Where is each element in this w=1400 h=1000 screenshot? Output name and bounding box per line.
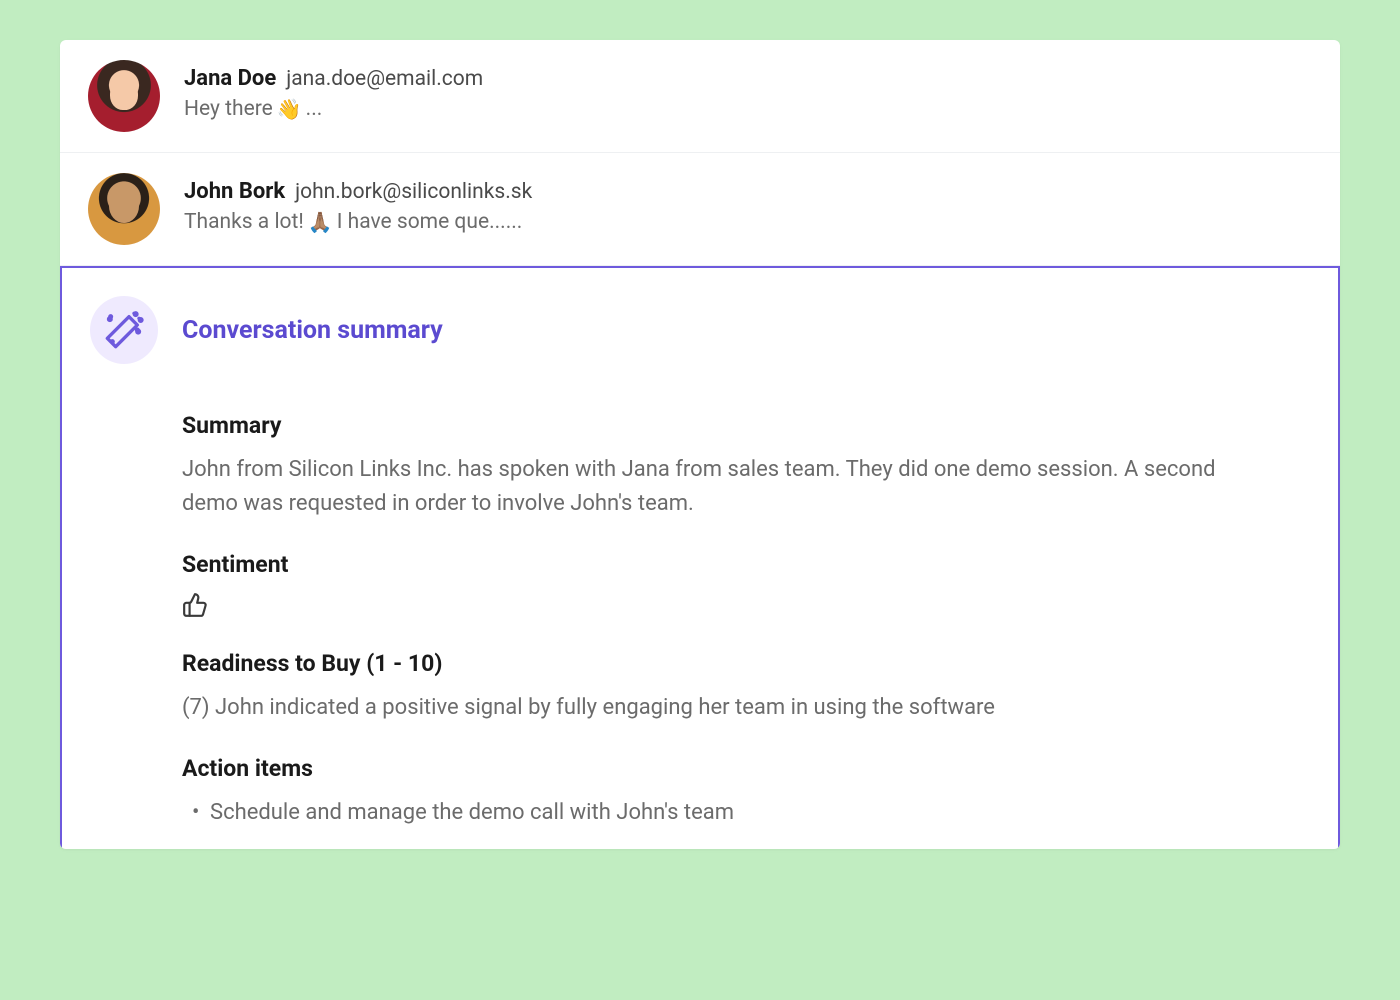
- pray-emoji-icon: 🙏🏽: [308, 210, 333, 234]
- message-content: Jana Doe jana.doe@email.com Hey there 👋 …: [184, 60, 1312, 121]
- message-row[interactable]: John Bork john.bork@siliconlinks.sk Than…: [60, 153, 1340, 266]
- sender-email: john.bork@siliconlinks.sk: [295, 180, 532, 204]
- summary-title: Conversation summary: [182, 316, 443, 345]
- preview-text-before: Thanks a lot!: [184, 210, 304, 234]
- action-item: Schedule and manage the demo call with J…: [182, 796, 1270, 829]
- sender-name: Jana Doe: [184, 66, 276, 91]
- readiness-text: (7) John indicated a positive signal by …: [182, 691, 1270, 725]
- sender-email: jana.doe@email.com: [286, 67, 483, 91]
- magic-wand-icon: [90, 296, 158, 364]
- sender-name: John Bork: [184, 179, 285, 204]
- message-row[interactable]: Jana Doe jana.doe@email.com Hey there 👋 …: [60, 40, 1340, 153]
- section-heading-summary: Summary: [182, 412, 1270, 439]
- summary-text: John from Silicon Links Inc. has spoken …: [182, 453, 1270, 521]
- message-preview: Hey there 👋 ...: [184, 97, 1312, 121]
- summary-body: Summary John from Silicon Links Inc. has…: [90, 412, 1310, 829]
- wave-emoji-icon: 👋: [277, 97, 302, 121]
- message-header: John Bork john.bork@siliconlinks.sk: [184, 179, 1312, 204]
- summary-panel: Conversation summary Summary John from S…: [60, 266, 1340, 849]
- action-items-list: Schedule and manage the demo call with J…: [182, 796, 1270, 829]
- preview-text-before: Hey there: [184, 97, 273, 121]
- section-heading-readiness: Readiness to Buy (1 - 10): [182, 650, 1270, 677]
- section-heading-action-items: Action items: [182, 755, 1270, 782]
- section-heading-sentiment: Sentiment: [182, 551, 1270, 578]
- preview-text-after: ...: [306, 97, 323, 121]
- conversation-card: Jana Doe jana.doe@email.com Hey there 👋 …: [60, 40, 1340, 849]
- message-header: Jana Doe jana.doe@email.com: [184, 66, 1312, 91]
- preview-text-after: I have some que......: [337, 210, 523, 234]
- avatar: [88, 173, 160, 245]
- message-content: John Bork john.bork@siliconlinks.sk Than…: [184, 173, 1312, 234]
- avatar: [88, 60, 160, 132]
- summary-header: Conversation summary: [90, 296, 1310, 364]
- thumbs-up-icon: [182, 592, 1270, 622]
- message-preview: Thanks a lot! 🙏🏽 I have some que......: [184, 210, 1312, 234]
